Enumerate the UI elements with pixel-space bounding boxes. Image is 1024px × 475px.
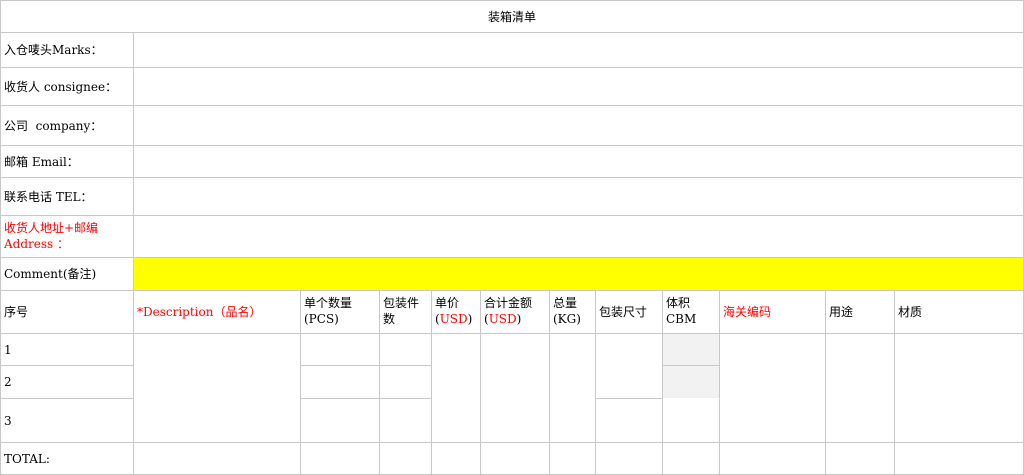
total-packages-cell[interactable] (380, 443, 432, 475)
description-input-cell[interactable] (134, 334, 301, 443)
header-amount-line2: (USD) (484, 311, 546, 327)
usage-input-cell[interactable] (826, 334, 895, 443)
marks-label-cell: 入仓唛头Marks： (0, 33, 134, 68)
row-3-qty-cell[interactable] (301, 399, 380, 443)
row-2-qty-cell[interactable] (301, 366, 380, 399)
row-3-no-text: 3 (4, 413, 12, 428)
email-label: 邮箱 Email： (4, 154, 79, 169)
header-packages-line2: 数 (383, 312, 396, 326)
dims-rows-1-2-cell[interactable] (596, 334, 663, 399)
header-amount-line1: 合计金额 (484, 296, 533, 310)
row-1-packages-cell[interactable] (380, 334, 432, 366)
header-amount-paren-close: ) (516, 312, 522, 326)
row-1-volume-cell[interactable] (663, 334, 720, 366)
total-amount-cell[interactable] (481, 443, 550, 475)
header-dims-text: 包装尺寸 (599, 305, 648, 319)
total-material-cell[interactable] (895, 443, 1024, 475)
header-qty-line2: (PCS) (304, 312, 339, 326)
header-hs-code: 海关编码 (720, 291, 826, 334)
row-3-volume-cell[interactable] (663, 399, 720, 443)
address-value-cell[interactable] (134, 216, 1024, 258)
header-price-paren-close: ) (467, 312, 473, 326)
header-weight-line2: (KG) (553, 312, 581, 326)
total-qty-cell[interactable] (301, 443, 380, 475)
header-hs-code-text: 海关编码 (723, 305, 772, 319)
row-2-packages-cell[interactable] (380, 366, 432, 399)
header-no-text: 序号 (4, 305, 29, 319)
packing-list-sheet: 装箱清单 入仓唛头Marks： 收货人 consignee： 公司 compan… (0, 0, 1024, 475)
weight-input-cell[interactable] (550, 334, 596, 443)
tel-value-cell[interactable] (134, 178, 1024, 216)
row-2-volume-cell[interactable] (663, 366, 720, 399)
company-value-cell[interactable] (134, 106, 1024, 146)
marks-label: 入仓唛头Marks： (4, 43, 103, 57)
header-dims: 包装尺寸 (596, 291, 663, 334)
total-usage-cell[interactable] (826, 443, 895, 475)
header-volume-line1: 体积 (666, 296, 691, 310)
header-qty: 单个数量 (PCS) (301, 291, 380, 334)
amount-input-cell[interactable] (481, 334, 550, 443)
header-volume: 体积 CBM (663, 291, 720, 334)
email-value-cell[interactable] (134, 146, 1024, 178)
header-usage-text: 用途 (829, 305, 854, 319)
sheet-title-text: 装箱清单 (487, 9, 536, 24)
consignee-label: 收货人 consignee： (4, 79, 118, 94)
row-1-no-text: 1 (4, 342, 12, 357)
marks-value-cell[interactable] (134, 33, 1024, 68)
total-label-cell: TOTAL: (0, 443, 134, 475)
total-volume-cell[interactable] (663, 443, 720, 475)
comment-label: Comment(备注) (4, 267, 97, 281)
total-price-cell[interactable] (432, 443, 481, 475)
header-material-text: 材质 (898, 305, 923, 319)
header-amount: 合计金额 (USD) (481, 291, 550, 334)
company-label: 公司 company： (4, 118, 103, 133)
header-qty-line1: 单个数量 (304, 296, 353, 310)
hs-code-input-cell[interactable] (720, 334, 826, 443)
header-amount-currency: USD (488, 312, 517, 326)
company-label-cell: 公司 company： (0, 106, 134, 146)
row-2-no-text: 2 (4, 375, 12, 389)
row-2-no: 2 (0, 366, 134, 399)
header-weight: 总量 (KG) (550, 291, 596, 334)
comment-label-cell: Comment(备注) (0, 258, 134, 291)
total-weight-cell[interactable] (550, 443, 596, 475)
address-label-line1: 收货人地址+邮编 (4, 221, 99, 235)
address-label-cell: 收货人地址+邮编 Address ： (0, 216, 134, 258)
material-input-cell[interactable] (895, 334, 1024, 443)
header-packages-line1: 包装件 (383, 296, 420, 310)
tel-label: 联系电话 TEL： (4, 189, 93, 204)
row-3-packages-cell[interactable] (380, 399, 432, 443)
header-price-line1: 单价 (435, 296, 460, 310)
total-label: TOTAL: (4, 451, 50, 466)
row-3-dims-cell[interactable] (596, 399, 663, 443)
row-1-qty-cell[interactable] (301, 334, 380, 366)
tel-label-cell: 联系电话 TEL： (0, 178, 134, 216)
consignee-value-cell[interactable] (134, 68, 1024, 106)
price-input-cell[interactable] (432, 334, 481, 443)
email-label-cell: 邮箱 Email： (0, 146, 134, 178)
sheet-title: 装箱清单 (0, 0, 1024, 33)
header-material: 材质 (895, 291, 1024, 334)
header-no: 序号 (0, 291, 134, 334)
total-dims-cell[interactable] (596, 443, 663, 475)
header-description-text: *Description（品名） (137, 305, 262, 319)
consignee-label-cell: 收货人 consignee： (0, 68, 134, 106)
header-volume-line2: CBM (666, 312, 697, 326)
row-3-no: 3 (0, 399, 134, 443)
total-hs-code-cell[interactable] (720, 443, 826, 475)
header-price-line2: (USD) (435, 311, 477, 327)
header-price-currency: USD (439, 312, 468, 326)
header-price: 单价 (USD) (432, 291, 481, 334)
row-1-no: 1 (0, 334, 134, 366)
total-description-cell[interactable] (134, 443, 301, 475)
comment-value-cell[interactable] (134, 258, 1024, 291)
header-weight-line1: 总量 (553, 296, 578, 310)
header-usage: 用途 (826, 291, 895, 334)
address-label-line2: Address ： (4, 237, 69, 251)
header-packages: 包装件 数 (380, 291, 432, 334)
header-description: *Description（品名） (134, 291, 301, 334)
